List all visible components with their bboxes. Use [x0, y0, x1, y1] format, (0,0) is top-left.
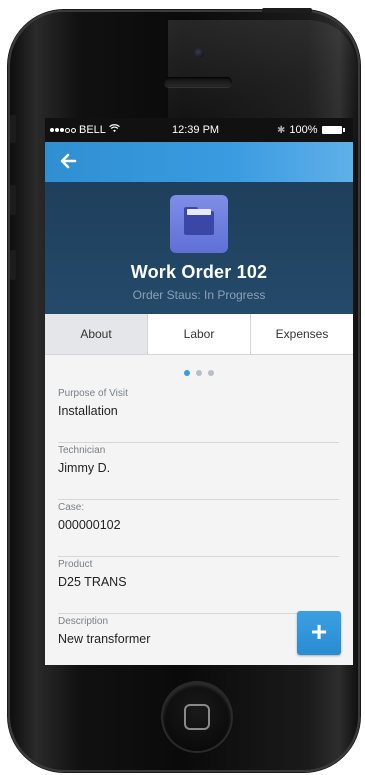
app-screen: BELL 12:39 PM ✱ 100% Work Order 102 Orde…: [45, 118, 353, 665]
field-value: D25 TRANS: [58, 575, 127, 589]
add-button[interactable]: +: [297, 611, 341, 655]
volume-up-button: [10, 185, 16, 215]
page-dot[interactable]: [208, 370, 214, 376]
tab-bar: About Labor Expenses: [45, 314, 353, 355]
battery-percent: 100%: [289, 124, 318, 136]
front-camera: [194, 48, 204, 58]
volume-down-button: [10, 250, 16, 280]
page-dot[interactable]: [184, 370, 190, 376]
signal-strength-icon: [50, 127, 76, 133]
page-dot[interactable]: [196, 370, 202, 376]
field-label: Description: [58, 616, 109, 627]
power-button: [262, 8, 312, 13]
folder-icon: [170, 195, 228, 253]
page-indicator[interactable]: [45, 370, 353, 376]
field-label: Case:: [58, 502, 85, 513]
field-case: Case: 000000102: [58, 500, 339, 557]
field-purpose-of-visit: Purpose of Visit Installation: [58, 386, 339, 443]
page-subtitle: Order Staus: In Progress: [132, 288, 266, 302]
carrier-label: BELL: [79, 124, 106, 136]
tab-labor[interactable]: Labor: [148, 314, 251, 354]
field-technician: Technician Jimmy D.: [58, 443, 339, 500]
field-value: Installation: [58, 404, 118, 418]
field-product: Product D25 TRANS: [58, 557, 339, 614]
status-right: ✱ 100%: [277, 124, 345, 136]
earpiece-speaker: [164, 77, 232, 87]
status-time: 12:39 PM: [172, 124, 220, 136]
wifi-icon: [109, 124, 120, 136]
home-button[interactable]: [163, 683, 231, 751]
field-label: Product: [58, 559, 93, 570]
field-label: Purpose of Visit: [58, 388, 128, 399]
home-square-icon: [184, 704, 210, 730]
battery-icon: [321, 126, 345, 134]
tab-expenses[interactable]: Expenses: [251, 314, 353, 354]
status-bar: BELL 12:39 PM ✱ 100%: [45, 118, 353, 142]
field-value: Jimmy D.: [58, 461, 111, 475]
field-value: New transformer: [58, 632, 151, 646]
plus-icon: +: [310, 616, 328, 647]
bluetooth-icon: ✱: [277, 124, 286, 136]
tab-about[interactable]: About: [45, 314, 148, 354]
silent-switch: [10, 115, 16, 143]
field-value: 000000102: [58, 518, 121, 532]
record-header: Work Order 102 Order Staus: In Progress: [45, 182, 353, 314]
page-title: Work Order 102: [130, 262, 268, 282]
nav-bar: [45, 142, 353, 182]
field-label: Technician: [58, 445, 106, 456]
status-left: BELL: [50, 124, 120, 136]
arrow-left-icon[interactable]: [59, 152, 79, 172]
